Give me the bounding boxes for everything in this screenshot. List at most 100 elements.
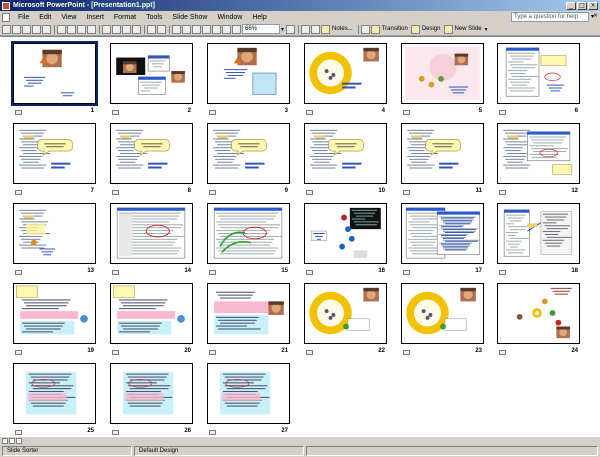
menu-view[interactable]: View [56,14,81,21]
slide-transition-icon[interactable] [112,430,119,435]
notes-button[interactable]: Notes... [321,24,353,34]
menu-tools[interactable]: Tools [141,14,167,21]
email-icon[interactable] [42,24,51,34]
slide-sorter-view-icon[interactable] [9,438,15,444]
menu-window[interactable]: Window [212,14,247,21]
slide-thumbnail[interactable] [497,203,580,264]
slide-transition-icon[interactable] [403,350,410,355]
slide-transition-icon[interactable] [499,190,506,195]
slide-transition-icon[interactable] [306,110,313,115]
print-icon[interactable] [57,24,66,34]
permission-icon[interactable] [32,24,41,34]
research-icon[interactable] [87,24,96,34]
zoom-chevron-down-icon[interactable]: ▾ [281,26,284,33]
slide-transition-icon[interactable] [403,190,410,195]
slide-transition-icon[interactable] [112,190,119,195]
help-search-input[interactable]: Type a question for help [511,12,589,22]
expand-all-icon[interactable] [212,24,221,34]
menu-insert[interactable]: Insert [81,14,109,21]
slide-thumbnail[interactable] [304,43,387,104]
slide-thumbnail[interactable] [207,203,290,264]
slide-transition-icon[interactable] [306,350,313,355]
slide-thumbnail[interactable] [401,43,484,104]
slide-thumbnail[interactable] [497,283,580,344]
slide-thumbnail[interactable] [110,123,193,184]
slide-thumbnail[interactable] [401,123,484,184]
save-icon[interactable] [22,24,31,34]
slide-thumbnail[interactable] [207,123,290,184]
close-icon[interactable]: × [593,12,598,19]
undo-icon[interactable] [147,24,156,34]
slide-thumbnail[interactable] [304,123,387,184]
slide-transition-icon[interactable] [15,270,22,275]
slide-transition-icon[interactable] [209,350,216,355]
slide-transition-icon[interactable] [15,110,22,115]
maximize-button[interactable]: □ [577,1,587,10]
help-icon[interactable] [286,24,296,34]
slide-thumbnail[interactable] [110,283,193,344]
slide-thumbnail[interactable] [304,283,387,344]
slide-thumbnail[interactable] [13,283,96,344]
slide-thumbnail[interactable] [207,283,290,344]
slide-thumbnail[interactable] [11,41,98,106]
slide-transition-icon[interactable] [15,190,22,195]
slide-thumbnail[interactable] [497,43,580,104]
slide-transition-icon[interactable] [209,270,216,275]
normal-view-icon[interactable] [2,438,8,444]
menu-edit[interactable]: Edit [34,14,56,21]
spelling-icon[interactable] [77,24,86,34]
grayscale-icon[interactable] [232,24,241,34]
slide-transition-icon[interactable] [15,430,22,435]
slide-transition-icon[interactable] [306,270,313,275]
animation-icon[interactable] [360,24,370,34]
slide-transition-icon[interactable] [403,270,410,275]
minimize-button[interactable]: _ [566,1,576,10]
design-button[interactable]: Design [410,24,441,34]
slide-thumbnail[interactable] [304,203,387,264]
menu-file[interactable]: File [13,14,34,21]
summary-slide-icon[interactable] [301,24,311,34]
slide-transition-icon[interactable] [112,350,119,355]
slide-thumbnail[interactable] [13,363,96,424]
slide-thumbnail[interactable] [401,283,484,344]
slide-show-view-icon[interactable] [16,438,22,444]
close-button[interactable]: × [588,1,598,10]
toolbar-options-chevron-icon[interactable]: ▾ [485,26,488,33]
slide-transition-icon[interactable] [112,270,119,275]
slide-thumbnail[interactable] [110,203,193,264]
zoom-select[interactable]: 66% [242,24,280,34]
formatting-icon[interactable] [222,24,231,34]
slide-transition-icon[interactable] [15,350,22,355]
insert-table-icon[interactable] [182,24,191,34]
hyperlink-icon[interactable] [202,24,211,34]
slide-thumbnail[interactable] [13,123,96,184]
format-painter-icon[interactable] [132,24,141,34]
print-preview-icon[interactable] [67,24,76,34]
document-icon[interactable] [2,12,10,22]
slide-transition-icon[interactable] [209,430,216,435]
slide-transition-icon[interactable] [112,110,119,115]
slide-transition-icon[interactable] [306,190,313,195]
slide-transition-icon[interactable] [499,350,506,355]
slide-transition-icon[interactable] [499,270,506,275]
copy-icon[interactable] [112,24,121,34]
slide-transition-icon[interactable] [403,110,410,115]
slide-thumbnail[interactable] [207,43,290,104]
powerpoint-app-icon[interactable] [2,1,10,10]
slide-transition-icon[interactable] [499,110,506,115]
tables-borders-icon[interactable] [192,24,201,34]
hide-slide-icon[interactable] [311,24,321,34]
slide-transition-icon[interactable] [209,190,216,195]
slide-thumbnail[interactable] [110,363,193,424]
slide-thumbnail[interactable] [401,203,484,264]
cut-icon[interactable] [102,24,111,34]
slide-thumbnail[interactable] [207,363,290,424]
new-icon[interactable] [2,24,11,34]
transition-button[interactable]: Transition [370,24,408,34]
new-slide-button[interactable]: New Slide [443,24,482,34]
slide-thumbnail[interactable] [110,43,193,104]
menu-help[interactable]: Help [247,14,271,21]
menu-format[interactable]: Format [109,14,141,21]
slide-thumbnail[interactable] [13,203,96,264]
menu-slide-show[interactable]: Slide Show [167,14,212,21]
